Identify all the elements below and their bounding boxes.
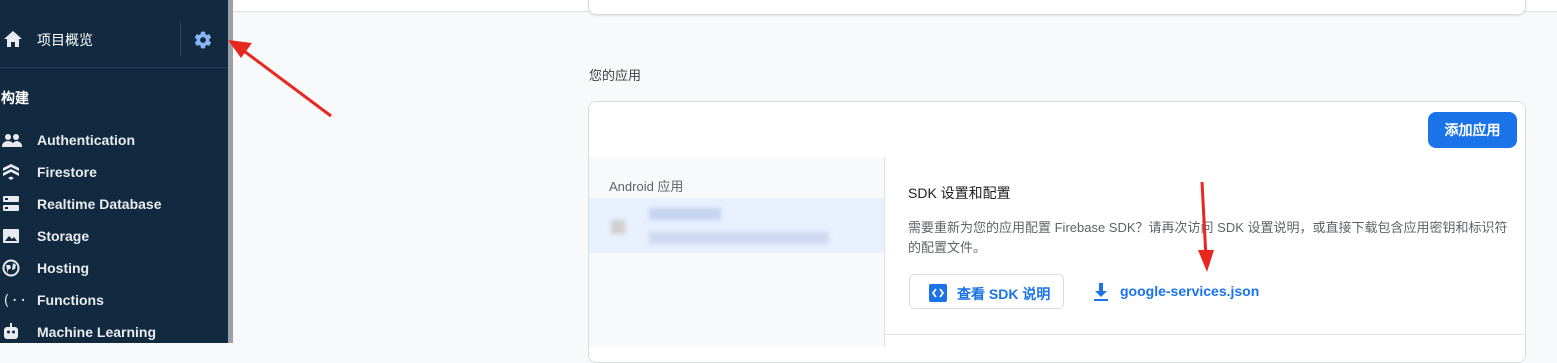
list-item[interactable] (589, 198, 884, 253)
app-name-redacted (649, 208, 721, 220)
android-apps-label: Android 应用 (609, 179, 684, 194)
download-icon (1092, 282, 1110, 305)
photo-icon (2, 227, 20, 245)
app-package-redacted (649, 232, 829, 244)
sidebar-item-authentication[interactable]: Authentication (0, 127, 228, 153)
download-config-label: google-services.json (1120, 283, 1260, 299)
sidebar-item-label: Machine Learning (37, 324, 157, 340)
sdk-setup-title: SDK 设置和配置 (908, 185, 1011, 201)
annotation-arrow (228, 40, 332, 118)
code-icon (929, 284, 947, 305)
sidebar-item-label: Realtime Database (37, 196, 162, 212)
sidebar-item-functions[interactable]: (··) Functions (0, 287, 228, 313)
sidebar-item-hosting[interactable]: Hosting (0, 255, 228, 281)
sidebar-item-label: Hosting (37, 260, 90, 276)
database-icon (2, 195, 20, 213)
sidebar-item-label: Storage (37, 228, 90, 244)
functions-icon: (··) (2, 291, 36, 309)
section-title-build: 构建 (1, 90, 29, 106)
sidebar-item-storage[interactable]: Storage (0, 223, 228, 249)
home-icon (4, 31, 22, 52)
sidebar-item-label: Functions (37, 292, 104, 308)
svg-text:(··): (··) (2, 293, 24, 309)
sidebar-item-realtime-database[interactable]: Realtime Database (0, 191, 228, 217)
sidebar-item-label: Firestore (37, 164, 97, 180)
sdk-setup-description: 需要重新为您的应用配置 Firebase SDK？请再次访问 SDK 设置说明，… (908, 220, 1508, 255)
globe-icon (2, 259, 20, 277)
add-app-button[interactable]: 添加应用 (1428, 112, 1517, 148)
your-apps-heading: 您的应用 (589, 68, 642, 83)
project-overview-row[interactable]: 项目概览 (0, 11, 228, 68)
sidebar-item-label: Authentication (37, 132, 135, 148)
sidebar-item-machine-learning[interactable]: Machine Learning (0, 319, 228, 345)
project-overview-label: 项目概览 (37, 32, 93, 48)
gear-icon[interactable] (193, 30, 213, 55)
divider (180, 22, 181, 56)
top-card (588, 0, 1526, 15)
sidebar-scrollbar[interactable] (228, 0, 233, 343)
view-sdk-label: 查看 SDK 说明 (957, 286, 1051, 302)
robot-icon (2, 323, 20, 341)
people-icon (2, 131, 22, 149)
sidebar-item-firestore[interactable]: Firestore (0, 159, 228, 185)
app-icon (611, 220, 625, 234)
sidebar: 项目概览 构建 Authentication Firestore Realtim… (0, 0, 228, 343)
firestore-icon (2, 163, 20, 181)
view-sdk-instructions-button[interactable]: 查看 SDK 说明 (909, 274, 1064, 309)
divider (884, 334, 1524, 335)
